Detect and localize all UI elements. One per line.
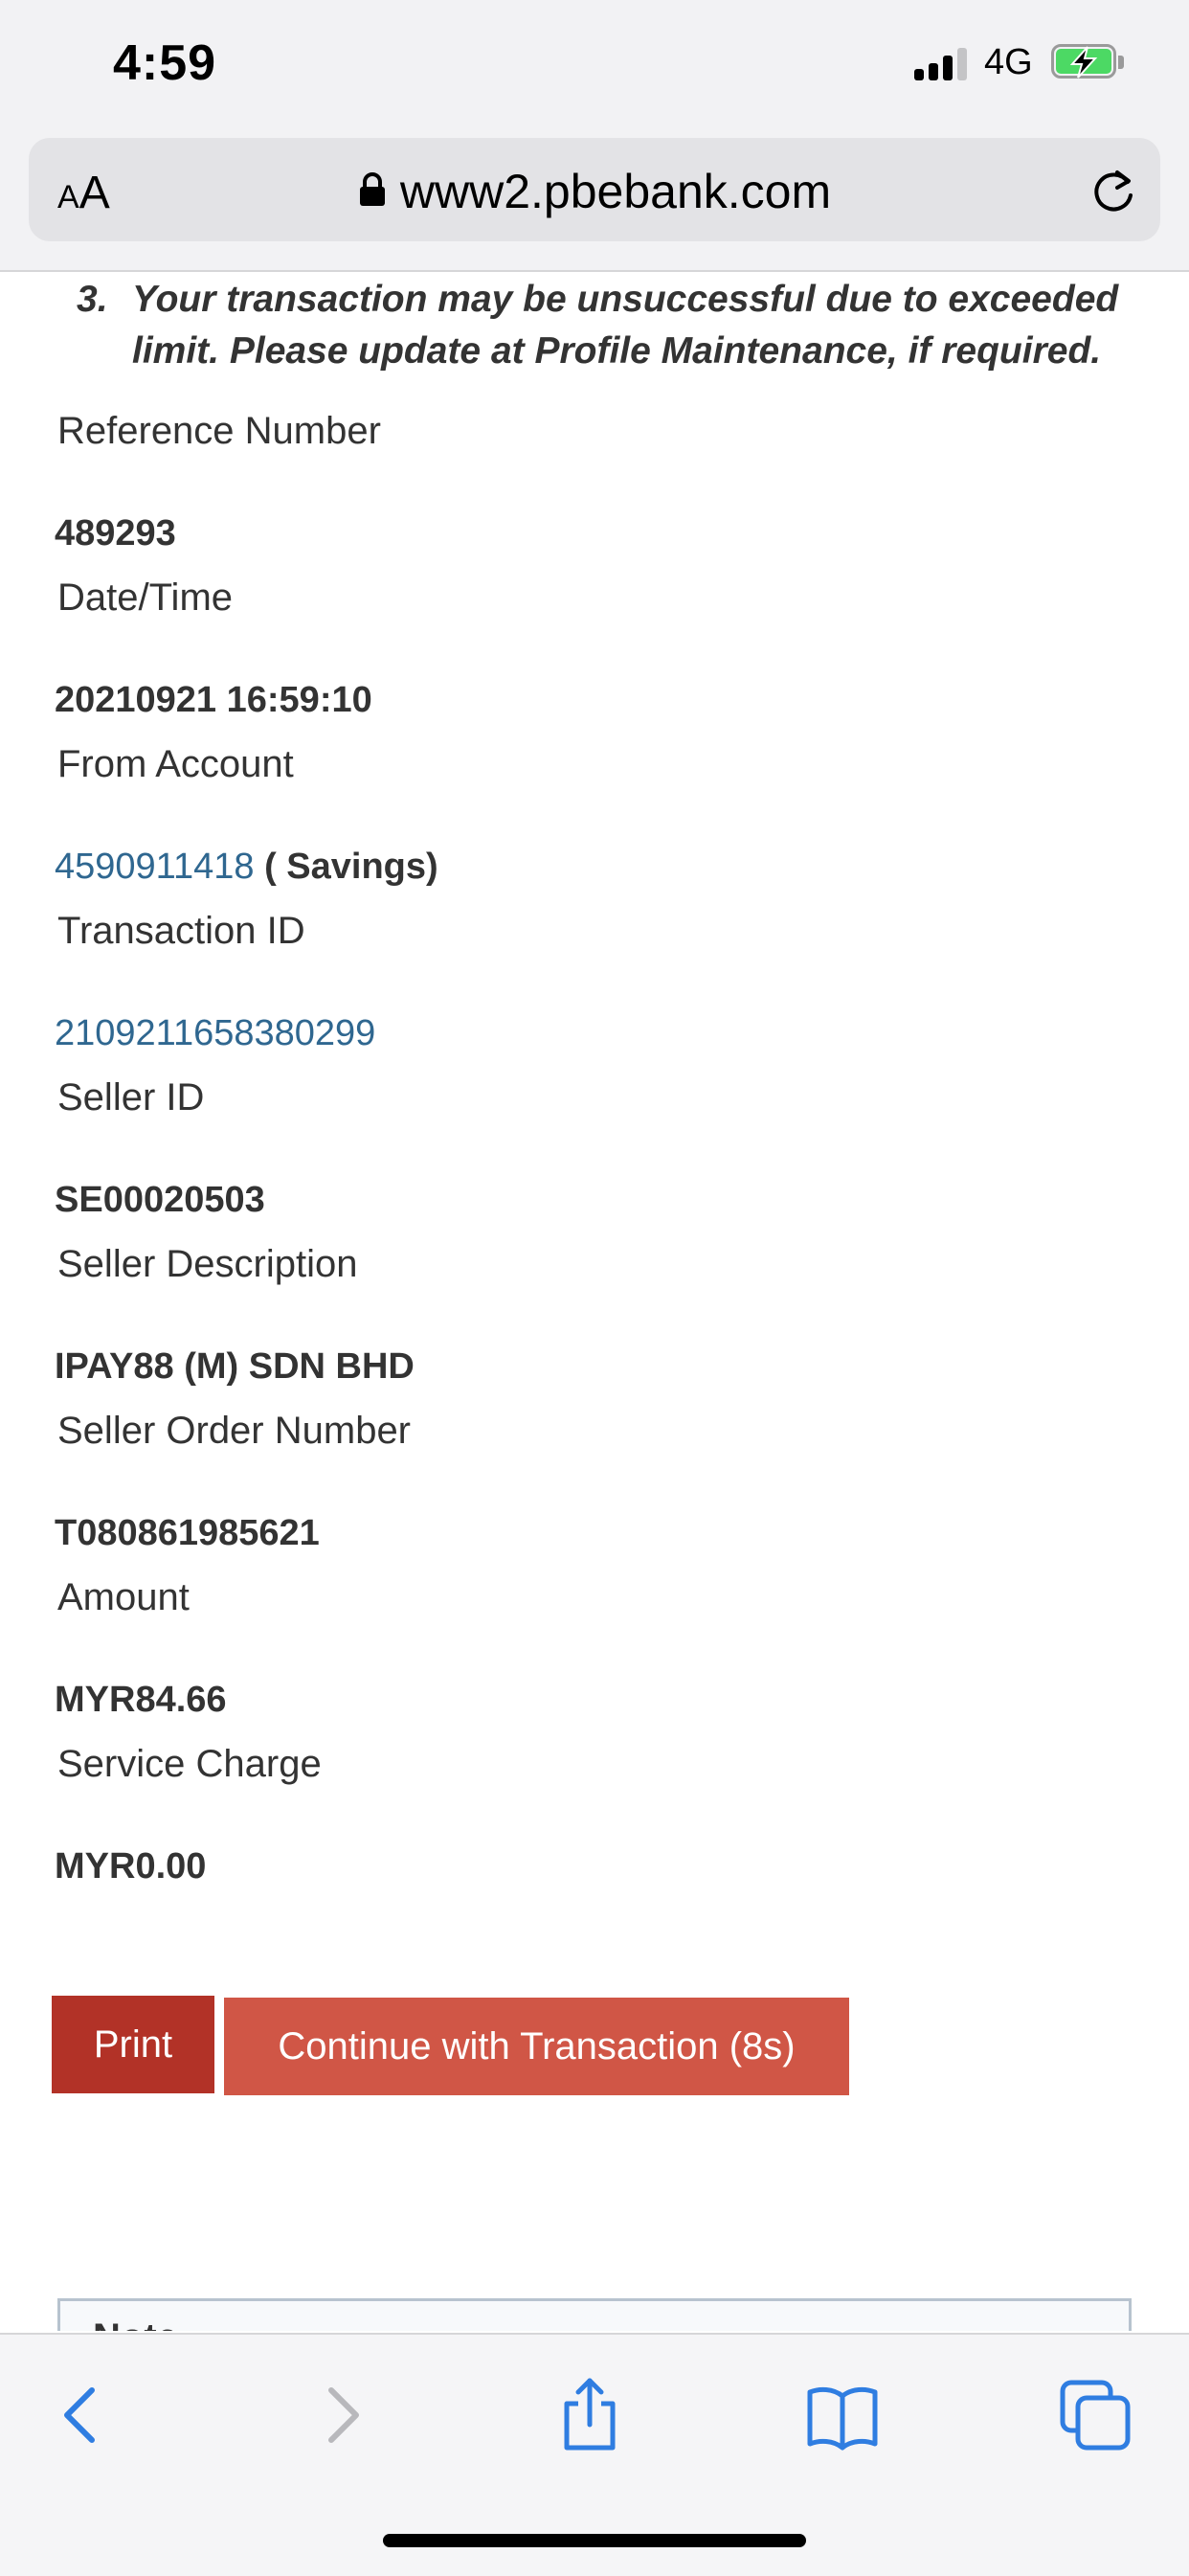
reference-number-value: 489293 xyxy=(55,513,176,554)
transaction-id-label: Transaction ID xyxy=(57,910,305,952)
note-title: Note xyxy=(93,2316,178,2331)
network-type: 4G xyxy=(984,42,1033,82)
date-time-value: 20210921 16:59:10 xyxy=(55,680,372,720)
url-text: www2.pbebank.com xyxy=(399,165,832,218)
seller-id-label: Seller ID xyxy=(57,1076,205,1119)
account-type: ( Savings) xyxy=(254,847,438,887)
lock-icon xyxy=(358,164,387,219)
page-content: 3. Your transaction may be unsuccessful … xyxy=(0,272,1189,2331)
forward-icon[interactable] xyxy=(303,2377,379,2453)
notice-text: Your transaction may be unsuccessful due… xyxy=(132,279,1119,372)
cellular-signal-icon xyxy=(914,48,968,80)
status-bar: 4:59 4G xyxy=(0,0,1189,134)
notice-number: 3. xyxy=(77,279,108,320)
transaction-id-value[interactable]: 2109211658380299 xyxy=(55,1013,375,1054)
bookmarks-icon[interactable] xyxy=(804,2377,881,2453)
back-icon[interactable] xyxy=(44,2377,121,2453)
home-indicator xyxy=(383,2534,806,2547)
tabs-icon[interactable] xyxy=(1057,2377,1133,2453)
share-icon[interactable] xyxy=(551,2377,628,2453)
continue-transaction-button[interactable]: Continue with Transaction (8s) xyxy=(224,1998,849,2095)
service-charge-label: Service Charge xyxy=(57,1743,322,1785)
from-account-value: 4590911418 ( Savings) xyxy=(55,847,438,888)
print-button[interactable]: Print xyxy=(52,1996,214,2093)
seller-description-value: IPAY88 (M) SDN BHD xyxy=(55,1346,415,1387)
url-display[interactable]: www2.pbebank.com xyxy=(29,164,1160,219)
browser-address-area: AA www2.pbebank.com xyxy=(0,134,1189,272)
amount-value: MYR84.66 xyxy=(55,1680,227,1720)
seller-order-number-value: T080861985621 xyxy=(55,1513,320,1553)
seller-id-value: SE00020503 xyxy=(55,1180,265,1220)
account-number-link[interactable]: 4590911418 xyxy=(55,847,255,887)
from-account-label: From Account xyxy=(57,743,294,785)
reference-number-label: Reference Number xyxy=(57,410,381,452)
date-time-label: Date/Time xyxy=(57,576,234,619)
address-bar[interactable]: AA www2.pbebank.com xyxy=(29,138,1160,241)
battery-charging-icon xyxy=(1051,44,1128,82)
note-panel: Note xyxy=(57,2298,1132,2331)
service-charge-value: MYR0.00 xyxy=(55,1846,207,1887)
reload-icon[interactable] xyxy=(1089,165,1137,221)
seller-description-label: Seller Description xyxy=(57,1243,358,1285)
seller-order-number-label: Seller Order Number xyxy=(57,1410,412,1452)
status-time: 4:59 xyxy=(113,35,217,91)
amount-label: Amount xyxy=(57,1576,190,1618)
